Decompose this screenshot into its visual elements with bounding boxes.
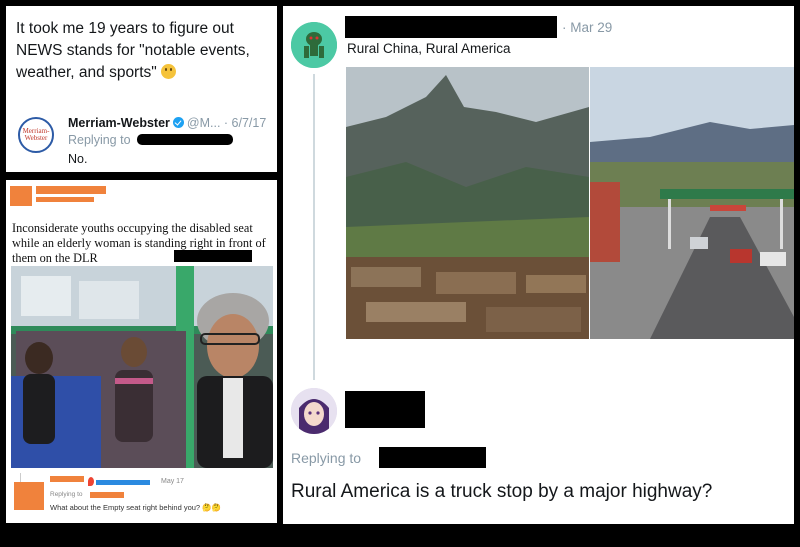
mountain-village-image bbox=[346, 67, 589, 339]
redacted-username bbox=[345, 16, 557, 38]
redacted-handle bbox=[36, 197, 94, 202]
avatar[interactable] bbox=[291, 388, 337, 434]
avatar[interactable] bbox=[291, 22, 337, 68]
redacted-name bbox=[36, 186, 106, 194]
train-photo[interactable] bbox=[11, 266, 273, 468]
display-name[interactable]: Merriam-Webster bbox=[68, 116, 170, 130]
tweet-text: It took me 19 years to figure out NEWS s… bbox=[16, 20, 250, 81]
alien-icon bbox=[291, 22, 337, 68]
train-photo-image bbox=[11, 266, 273, 468]
logo-text: Merriam-Webster bbox=[22, 127, 50, 142]
reply-timestamp[interactable]: May 17 bbox=[161, 478, 184, 485]
verified-badge-icon bbox=[172, 117, 184, 128]
tweet-card-news: It took me 19 years to figure out NEWS s… bbox=[6, 6, 277, 172]
redacted-reply-avatar bbox=[14, 482, 44, 510]
thread-line bbox=[313, 74, 315, 380]
location-pin-icon bbox=[88, 477, 94, 486]
redacted-mention bbox=[174, 250, 252, 262]
redacted-avatar bbox=[10, 186, 32, 206]
tweet-card-rural: · Mar 29 Rural China, Rural America Repl… bbox=[283, 6, 794, 524]
handle[interactable]: @M... bbox=[187, 116, 221, 130]
reply-text: No. bbox=[68, 152, 88, 166]
avatar[interactable]: Merriam-Webster bbox=[18, 117, 54, 153]
redacted-username bbox=[345, 391, 425, 428]
reply-text: Rural America is a truck stop by a major… bbox=[291, 481, 713, 502]
truck-stop-highway-image bbox=[590, 67, 794, 339]
tweet-text: Rural China, Rural America bbox=[347, 41, 511, 56]
replying-to-label: Replying to bbox=[50, 491, 83, 498]
redacted-mention bbox=[379, 447, 486, 468]
tweet-card-dlr: Inconsiderate youths occupying the disab… bbox=[6, 180, 277, 523]
replying-to-label: Replying to bbox=[68, 133, 131, 147]
reply-text: What about the Empty seat right behind y… bbox=[50, 503, 221, 512]
rural-america-photo[interactable] bbox=[590, 67, 794, 339]
redacted-reply-name bbox=[50, 476, 84, 482]
replying-to-label: Replying to bbox=[291, 450, 362, 466]
anime-avatar-icon bbox=[291, 388, 337, 434]
redacted-reply-handle bbox=[96, 480, 150, 485]
timestamp[interactable]: · 6/7/17 bbox=[224, 116, 266, 130]
redacted-username bbox=[137, 134, 233, 145]
reply-header: Merriam-Webster @M... · 6/7/17 bbox=[68, 116, 266, 130]
timestamp[interactable]: · Mar 29 bbox=[562, 20, 612, 35]
redacted-replying-user bbox=[90, 492, 124, 498]
thinking-face-emoji-icon bbox=[161, 64, 177, 79]
rural-china-photo[interactable] bbox=[346, 67, 589, 339]
